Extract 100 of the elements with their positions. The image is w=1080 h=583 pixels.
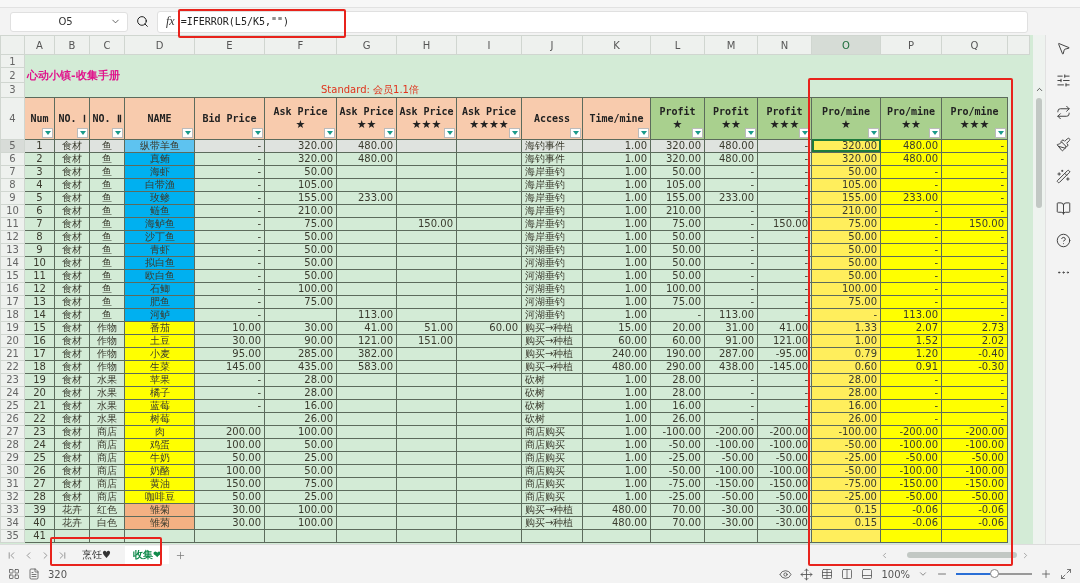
fullscreen-icon[interactable] bbox=[1060, 568, 1072, 580]
filter-button[interactable] bbox=[745, 127, 756, 138]
standard-note: Standard: 会员1.1倍 bbox=[321, 83, 419, 95]
caret-icon bbox=[114, 130, 121, 135]
caret-icon bbox=[184, 130, 191, 135]
settings-icon[interactable] bbox=[1055, 73, 1071, 88]
page-count: 320 bbox=[48, 568, 68, 580]
header-cell: Pro/mine ★ bbox=[811, 97, 881, 139]
column-header[interactable]: G bbox=[336, 35, 397, 55]
filter-button[interactable] bbox=[692, 127, 703, 138]
header-cell: Bid Price bbox=[194, 97, 265, 139]
header-cell: Ask Price ★★★★ bbox=[456, 97, 522, 139]
caret-icon bbox=[326, 130, 333, 135]
filter-button[interactable] bbox=[182, 127, 193, 138]
column-header[interactable]: J bbox=[521, 35, 583, 55]
caret-icon bbox=[79, 130, 86, 135]
column-header[interactable]: B bbox=[54, 35, 90, 55]
caret-icon bbox=[254, 130, 261, 135]
pointer-icon[interactable] bbox=[1055, 41, 1071, 56]
header-cell: NO. Ⅰ bbox=[54, 97, 90, 139]
scroll-left-icon[interactable] bbox=[880, 550, 889, 560]
header-cell: Pro/mine ★★ bbox=[880, 97, 942, 139]
filter-button[interactable] bbox=[509, 127, 520, 138]
zoom-level[interactable]: 100% bbox=[881, 568, 910, 580]
caret-icon bbox=[511, 130, 518, 135]
column-header[interactable]: N bbox=[757, 35, 812, 55]
caret-icon bbox=[931, 130, 938, 135]
page-view-icon[interactable] bbox=[861, 568, 874, 580]
column-header[interactable]: C bbox=[89, 35, 125, 55]
add-sheet-icon[interactable] bbox=[175, 549, 187, 561]
column-header[interactable]: P bbox=[880, 35, 942, 55]
filter-button[interactable] bbox=[570, 127, 581, 138]
header-cell: Profit ★★★ bbox=[757, 97, 812, 139]
column-header[interactable]: Q bbox=[941, 35, 1008, 55]
book-icon[interactable] bbox=[1055, 201, 1071, 216]
sheet-tab[interactable]: 烹饪♥ bbox=[74, 546, 119, 564]
row-header[interactable]: 4 bbox=[0, 97, 25, 139]
header-cell: NAME bbox=[124, 97, 195, 139]
scrollbar-thumb[interactable] bbox=[907, 552, 1017, 558]
slider-thumb[interactable] bbox=[990, 569, 999, 578]
header-cell: Ask Price ★ bbox=[264, 97, 337, 139]
first-sheet-icon[interactable] bbox=[6, 549, 17, 561]
chevron-icon[interactable] bbox=[918, 569, 928, 579]
column-header[interactable]: D bbox=[124, 35, 195, 55]
caret-icon bbox=[44, 130, 51, 135]
filter-button[interactable] bbox=[77, 127, 88, 138]
sheet-title: 心动小镇-收集手册 bbox=[27, 68, 120, 82]
column-header[interactable]: O bbox=[811, 35, 881, 55]
filter-button[interactable] bbox=[444, 127, 455, 138]
filter-button[interactable] bbox=[638, 127, 649, 138]
filter-button[interactable] bbox=[799, 127, 810, 138]
caret-icon bbox=[801, 130, 808, 135]
filter-button[interactable] bbox=[929, 127, 940, 138]
caret-icon bbox=[870, 130, 877, 135]
header-cell: Ask Price ★★★ bbox=[396, 97, 457, 139]
help-icon[interactable] bbox=[1055, 233, 1071, 248]
repeat-icon[interactable] bbox=[1055, 105, 1071, 120]
filter-button[interactable] bbox=[252, 127, 263, 138]
caret-icon bbox=[386, 130, 393, 135]
column-header[interactable]: M bbox=[704, 35, 758, 55]
header-cell: Pro/mine ★★★ bbox=[941, 97, 1008, 139]
active-cell[interactable]: 320.00 bbox=[811, 139, 881, 152]
brush-icon[interactable] bbox=[1055, 137, 1071, 152]
filter-button[interactable] bbox=[42, 127, 53, 138]
filter-button[interactable] bbox=[868, 127, 879, 138]
wand-icon[interactable] bbox=[1055, 169, 1071, 184]
filter-button[interactable] bbox=[384, 127, 395, 138]
caret-icon bbox=[997, 130, 1004, 135]
split-view-icon[interactable] bbox=[841, 568, 854, 580]
header-cell: Access bbox=[521, 97, 583, 139]
zoom-icon[interactable] bbox=[136, 15, 149, 28]
caret-icon bbox=[446, 130, 453, 135]
filter-button[interactable] bbox=[995, 127, 1006, 138]
eye-icon[interactable] bbox=[779, 567, 793, 581]
zoom-in-icon[interactable] bbox=[1040, 568, 1052, 580]
filter-button[interactable] bbox=[324, 127, 335, 138]
column-header[interactable]: H bbox=[396, 35, 457, 55]
normal-view-icon[interactable] bbox=[821, 568, 834, 580]
caret-icon bbox=[747, 130, 754, 135]
scrollbar-thumb[interactable] bbox=[1036, 98, 1042, 208]
grid-icon[interactable] bbox=[8, 568, 20, 580]
header-cell: Time/mine bbox=[582, 97, 651, 139]
page-icon[interactable] bbox=[28, 568, 40, 580]
column-header[interactable]: A bbox=[24, 35, 55, 55]
scroll-right-icon[interactable] bbox=[1021, 550, 1030, 560]
header-cell: Profit ★ bbox=[650, 97, 705, 139]
name-box[interactable]: O5 bbox=[10, 11, 128, 32]
move-icon[interactable] bbox=[800, 567, 814, 581]
last-sheet-icon[interactable] bbox=[57, 549, 68, 561]
caret-icon bbox=[572, 130, 579, 135]
header-cell: Ask Price ★★ bbox=[336, 97, 397, 139]
header-cell: NO. Ⅱ bbox=[89, 97, 125, 139]
column-header[interactable]: L bbox=[650, 35, 705, 55]
caret-icon bbox=[640, 130, 647, 135]
caret-icon bbox=[694, 130, 701, 135]
column-header[interactable]: I bbox=[456, 35, 522, 55]
filter-button[interactable] bbox=[112, 127, 123, 138]
scroll-up-icon[interactable] bbox=[1034, 85, 1044, 94]
column-header[interactable]: K bbox=[582, 35, 651, 55]
formula-field[interactable]: fx =IFERROR(L5/K5,"") bbox=[157, 10, 1028, 33]
